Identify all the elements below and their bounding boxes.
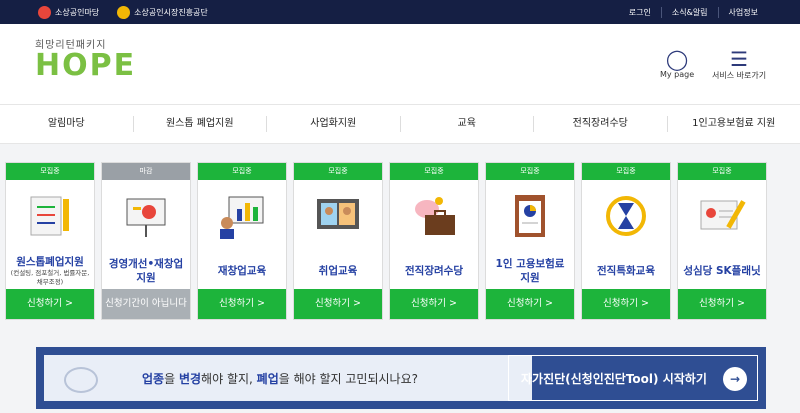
card-title: 1인 고용보험료 지원 [495,257,565,284]
id-card-pen-icon [678,180,766,252]
status-badge: 모집중 [198,163,286,180]
status-badge: 모집중 [294,163,382,180]
main-nav: 알림마당 원스톱 폐업지원 사업화지원 교육 전직장려수당 1인고용보험료 지원 [0,104,800,144]
brand-label: 소상공인마당 [55,7,100,17]
presentation-board-icon [102,180,190,252]
brand-logo-icon [38,5,51,19]
program-card[interactable]: 모집중 재창업교육 신청하기 > [197,162,287,320]
semas-logo-icon [117,5,131,19]
program-cards: 모집중 원스톱폐업지원 (컨설팅, 점포철거, 법률자문, 채무조정) 신청하기 … [5,162,767,320]
card-title: 취업교육 [318,264,358,277]
clipboard-chart-icon [486,180,574,252]
program-card[interactable]: 모집중 원스톱폐업지원 (컨설팅, 점포철거, 법률자문, 채무조정) 신청하기 … [5,162,95,320]
apply-button: 신청기간이 아닙니다 [102,289,190,319]
business-info-link[interactable]: 사업정보 [717,6,768,18]
logo-title: HOPE [35,48,137,83]
banner-question: 업종을 변경해야 할지, 폐업을 해야 할지 고민되시나요? [44,355,532,401]
header: 희망리턴패키지 HOPE ◯ My page ☰ 서비스 바로가기 [0,24,800,104]
banner-text-2: 해야 할지, [201,371,257,386]
status-badge: 모집중 [678,163,766,180]
banner-keyword-change: 변경 [178,371,202,386]
status-badge: 모집중 [6,163,94,180]
service-menu-label: 서비스 바로가기 [712,71,767,80]
program-card[interactable]: 모집중 전직특화교육 신청하기 > [581,162,671,320]
news-link[interactable]: 소식&알림 [660,6,718,18]
program-card[interactable]: 모집중 취업교육 신청하기 > [293,162,383,320]
nav-business[interactable]: 사업화지원 [266,116,400,132]
card-title: 전직장려수당 [405,264,463,277]
status-badge: 모집중 [390,163,478,180]
program-card[interactable]: 모집중 1인 고용보험료 지원 신청하기 > [485,162,575,320]
mypage-label: My page [660,70,695,79]
card-title: 경영개선•재창업 지원 [108,257,184,284]
user-icon: ◯ [665,47,689,71]
service-menu-button[interactable]: ☰ 서비스 바로가기 [712,48,766,81]
card-title: 원스톱폐업지원 [16,255,84,268]
nav-notice[interactable]: 알림마당 [0,116,133,132]
speech-bubble-icon [64,367,98,393]
bar-chart-board-icon [198,180,286,252]
card-title: 전직특화교육 [597,264,655,277]
card-subtitle: (컨설팅, 점포철거, 법률자문, 채무조정) [10,268,90,286]
self-diagnosis-banner: 업종을 변경해야 할지, 폐업을 해야 할지 고민되시나요? 자가진단(신청인진… [36,347,766,409]
arrow-right-icon: → [723,367,747,391]
nav-education[interactable]: 교육 [399,116,534,132]
piggybank-briefcase-icon [390,180,478,252]
apply-button[interactable]: 신청하기 > [294,289,382,319]
nav-allowance[interactable]: 전직장려수당 [533,116,667,132]
apply-button[interactable]: 신청하기 > [198,289,286,319]
self-diagnosis-start-button[interactable]: 자가진단(신청인진단Tool) 시작하기 → [508,355,758,401]
status-badge: 모집중 [486,163,574,180]
nav-onestop[interactable]: 원스톱 폐업지원 [132,116,267,132]
top-bar: 소상공인마당 소상공인시장진흥공단 로그인 소식&알림 사업정보 [0,0,800,24]
card-title: 성심당 SK플래닛 [683,264,761,277]
hamburger-icon: ☰ [730,47,748,71]
program-card[interactable]: 모집중 성심당 SK플래닛 신청하기 > [677,162,767,320]
apply-button[interactable]: 신청하기 > [486,289,574,319]
brand-semas[interactable]: 소상공인시장진흥공단 [117,5,208,19]
hourglass-icon [582,180,670,252]
apply-button[interactable]: 신청하기 > [678,289,766,319]
program-card[interactable]: 마감 경영개선•재창업 지원 신청기간이 아닙니다 [101,162,191,320]
status-badge: 모집중 [582,163,670,180]
banner-keyword-closure: 폐업 [256,371,279,386]
nav-insurance[interactable]: 1인고용보험료 지원 [666,116,800,132]
cta-label: 자가진단(신청인진단Tool) 시작하기 [521,371,707,386]
brand-sosang-madang[interactable]: 소상공인마당 [38,5,100,19]
status-badge: 마감 [102,163,190,180]
mypage-button[interactable]: ◯ My page [660,48,694,79]
login-link[interactable]: 로그인 [619,7,661,18]
banner-text-3: 을 해야 할지 고민되시나요? [278,371,419,386]
banner-text-1: 을 [164,371,179,386]
banner-keyword-industry: 업종 [142,371,165,386]
apply-button[interactable]: 신청하기 > [6,289,94,319]
checklist-pencil-icon [6,180,94,252]
semas-label: 소상공인시장진흥공단 [134,7,208,17]
video-meeting-icon [294,180,382,252]
hope-logo[interactable]: 희망리턴패키지 HOPE [35,36,136,81]
card-title: 재창업교육 [217,264,267,277]
apply-button[interactable]: 신청하기 > [582,289,670,319]
apply-button[interactable]: 신청하기 > [390,289,478,319]
program-card[interactable]: 모집중 전직장려수당 신청하기 > [389,162,479,320]
